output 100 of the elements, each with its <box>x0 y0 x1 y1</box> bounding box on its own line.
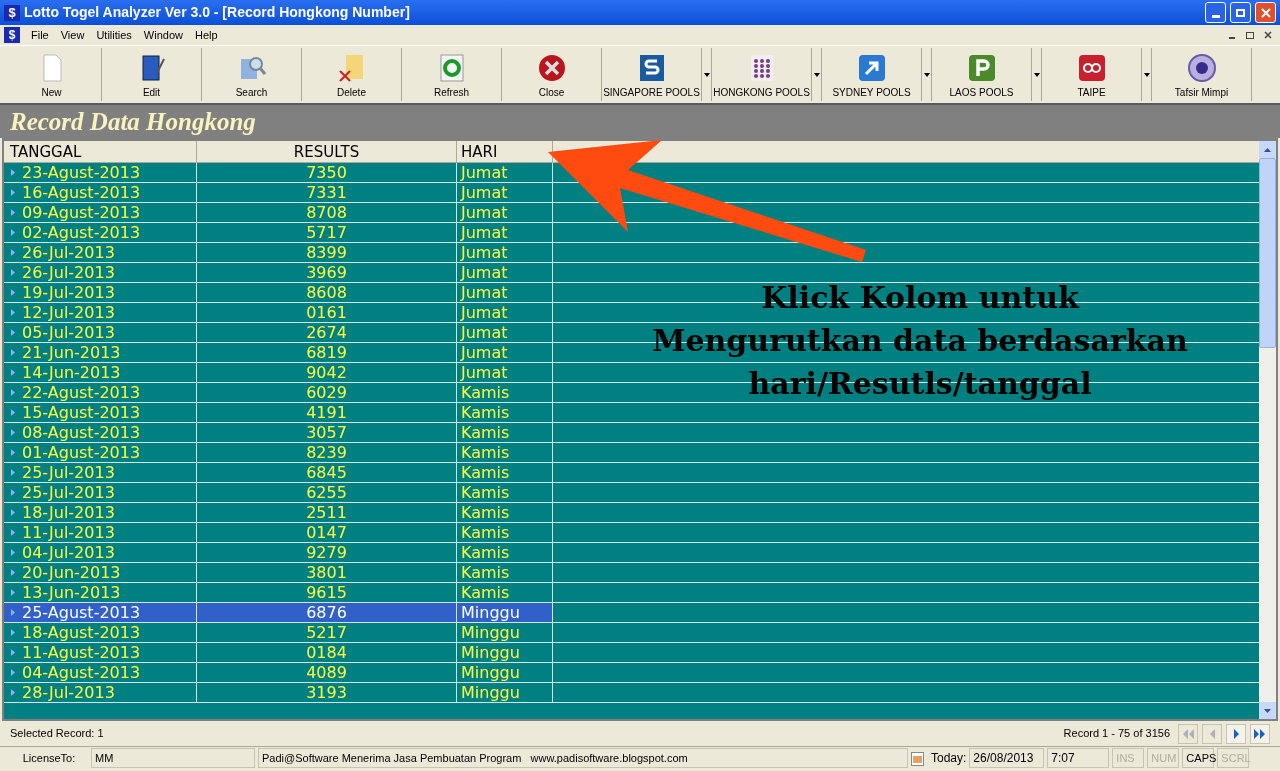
scroll-down-button[interactable] <box>1259 702 1276 719</box>
panel-title: Record Data Hongkong <box>10 106 256 137</box>
table-cell: 25-Jul-2013 <box>22 463 115 482</box>
restore-button[interactable] <box>1230 2 1251 23</box>
row-pointer-icon <box>11 589 15 596</box>
menu-item[interactable]: Utilities <box>91 26 137 44</box>
minimize-button[interactable] <box>1205 2 1226 23</box>
table-cell: 4089 <box>306 663 347 682</box>
row-pointer-icon <box>11 469 15 476</box>
row-pointer-icon <box>11 349 15 356</box>
table-cell: Kamis <box>461 503 510 522</box>
record-range-text: Record 1 - 75 of 3156 <box>1063 726 1170 742</box>
toolbar-button[interactable]: SYDNEY POOLS <box>822 48 922 101</box>
table-cell: 25-Agust-2013 <box>22 603 141 622</box>
table-cell: 0184 <box>306 643 347 662</box>
record-nav-button[interactable] <box>1226 723 1246 744</box>
table-cell: 26-Jul-2013 <box>22 243 115 262</box>
close-icon <box>1260 7 1271 18</box>
table-cell: Minggu <box>461 643 520 662</box>
table-cell: 28-Jul-2013 <box>22 683 115 702</box>
table-cell: Jumat <box>461 283 508 302</box>
dropdown-button[interactable] <box>702 48 712 101</box>
row-pointer-icon <box>11 529 15 536</box>
date-field: 26/08/2013 <box>969 748 1045 768</box>
table-cell: 9615 <box>306 583 347 602</box>
toolbar-button[interactable]: TAIPE <box>1042 48 1142 101</box>
menu-item[interactable]: File <box>26 26 54 44</box>
table-cell: Minggu <box>461 663 520 682</box>
row-pointer-icon <box>11 369 15 376</box>
row-pointer-icon <box>11 409 15 416</box>
menu-item[interactable]: View <box>55 26 90 44</box>
row-pointer-icon <box>11 249 15 256</box>
table-cell: 6255 <box>306 483 347 502</box>
dropdown-button[interactable] <box>1142 48 1152 101</box>
caret-icon <box>703 72 710 77</box>
scroll-thumb[interactable] <box>1259 158 1276 348</box>
table-cell: Minggu <box>461 603 520 622</box>
table-cell: 08-Agust-2013 <box>22 423 141 442</box>
next-record-icon <box>1232 728 1240 739</box>
table-cell: 3801 <box>306 563 347 582</box>
table-cell: Jumat <box>461 183 508 202</box>
table-cell: 14-Jun-2013 <box>22 363 121 382</box>
toolbar-button[interactable]: LAOS POOLS <box>932 48 1032 101</box>
toolbar-button[interactable]: Search <box>202 48 302 101</box>
row-pointer-icon <box>11 169 15 176</box>
toolbar-button[interactable]: SINGAPORE POOLS <box>602 48 702 101</box>
dropdown-button[interactable] <box>922 48 932 101</box>
table-cell: 22-Agust-2013 <box>22 383 141 402</box>
dropdown-button[interactable] <box>812 48 822 101</box>
table-cell: Minggu <box>461 683 520 702</box>
row-pointer-icon <box>11 489 15 496</box>
menu-item[interactable]: Help <box>189 26 223 44</box>
p-logo-icon <box>966 53 997 83</box>
table-cell: Kamis <box>461 403 510 422</box>
row-pointer-icon <box>11 189 15 196</box>
table-cell: 09-Agust-2013 <box>22 203 141 222</box>
table-cell: 8239 <box>306 443 347 462</box>
table-cell: 16-Agust-2013 <box>22 183 141 202</box>
table-cell: 04-Jul-2013 <box>22 543 115 562</box>
table-cell: 15-Agust-2013 <box>22 403 141 422</box>
record-nav-button[interactable] <box>1250 723 1270 744</box>
zodiac-wheel-icon <box>1186 53 1217 83</box>
table-cell: Kamis <box>461 423 510 442</box>
toolbar-button[interactable]: Delete <box>302 48 402 101</box>
vertical-scrollbar[interactable] <box>1259 141 1276 719</box>
table-cell: 8399 <box>306 243 347 262</box>
table-cell: Kamis <box>461 543 510 562</box>
table-cell: Kamis <box>461 583 510 602</box>
table-cell: Jumat <box>461 323 508 342</box>
table-row[interactable]: 25-Agust-2013 6876 Minggu <box>4 603 553 622</box>
toolbar-button[interactable]: Edit <box>102 48 202 101</box>
app-dollar-icon: $ <box>4 4 20 21</box>
selected-record-text: Selected Record: 1 <box>10 726 105 742</box>
table-cell: 6845 <box>306 463 347 482</box>
caret-icon <box>923 72 930 77</box>
scroll-up-button[interactable] <box>1259 141 1276 158</box>
first-record-icon <box>1181 728 1195 739</box>
table-cell: 3057 <box>306 423 347 442</box>
table-cell: 26-Jul-2013 <box>22 263 115 282</box>
toolbar-button[interactable]: Tafsir Mimpi <box>1152 48 1252 101</box>
close-button[interactable] <box>1255 2 1276 23</box>
window-title: Lotto Togel Analyzer Ver 3.0 - [Record Hongkong Number] <box>24 3 411 22</box>
previous-record-icon <box>1208 728 1216 739</box>
toolbar-button[interactable]: HONGKONG POOLS <box>712 48 812 101</box>
toolbar-button[interactable]: Refresh <box>402 48 502 101</box>
menu-item[interactable]: Window <box>138 26 188 44</box>
table-cell: 8708 <box>306 203 347 222</box>
table-cell: 02-Agust-2013 <box>22 223 141 242</box>
table-cell: Jumat <box>461 303 508 322</box>
toolbar-button[interactable]: Close <box>502 48 602 101</box>
table-cell: Jumat <box>461 343 508 362</box>
row-pointer-icon <box>11 549 15 556</box>
row-pointer-icon <box>11 289 15 296</box>
toolbar-button[interactable]: New <box>2 48 102 101</box>
down-arrow-icon <box>1264 708 1271 713</box>
last-record-icon <box>1253 728 1267 739</box>
table-cell: Kamis <box>461 563 510 582</box>
table-cell: Minggu <box>461 623 520 642</box>
table-cell: Jumat <box>461 223 508 242</box>
dropdown-button[interactable] <box>1032 48 1042 101</box>
